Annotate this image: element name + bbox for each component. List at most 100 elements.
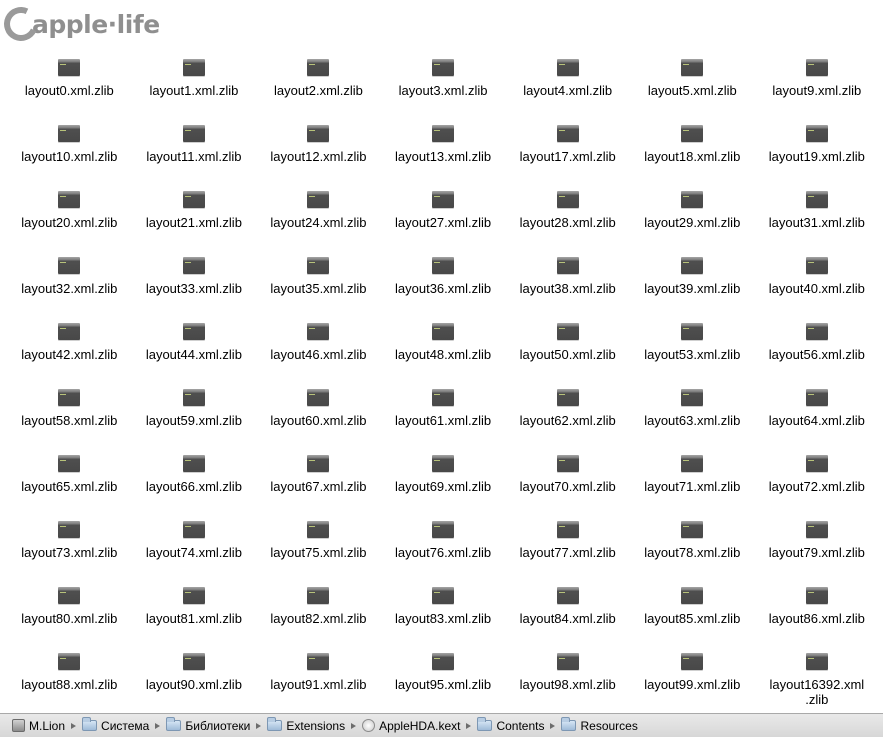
zlib-file-icon[interactable] [681, 257, 704, 274]
file-item[interactable]: layout79.xml.zlib [755, 518, 880, 584]
zlib-file-icon[interactable] [307, 125, 330, 142]
file-item[interactable]: layout38.xml.zlib [505, 254, 630, 320]
zlib-file-icon[interactable] [182, 653, 205, 670]
zlib-file-icon[interactable] [805, 587, 828, 604]
file-item[interactable]: layout63.xml.zlib [630, 386, 755, 452]
file-item[interactable]: layout50.xml.zlib [505, 320, 630, 386]
file-item[interactable]: layout29.xml.zlib [630, 188, 755, 254]
zlib-file-icon[interactable] [432, 455, 455, 472]
zlib-file-icon[interactable] [432, 191, 455, 208]
zlib-file-icon[interactable] [432, 653, 455, 670]
file-item[interactable]: layout73.xml.zlib [7, 518, 132, 584]
file-item[interactable]: layout31.xml.zlib [755, 188, 880, 254]
file-item[interactable]: layout88.xml.zlib [7, 650, 132, 716]
file-item[interactable]: layout33.xml.zlib [132, 254, 257, 320]
path-crumb[interactable]: AppleHDA.kext [362, 719, 460, 733]
path-crumb[interactable]: Contents [477, 717, 544, 733]
file-item[interactable]: layout66.xml.zlib [132, 452, 257, 518]
file-item[interactable]: layout42.xml.zlib [7, 320, 132, 386]
path-crumb[interactable]: Extensions [267, 717, 345, 733]
zlib-file-icon[interactable] [681, 125, 704, 142]
zlib-file-icon[interactable] [58, 257, 81, 274]
file-item[interactable]: layout61.xml.zlib [381, 386, 506, 452]
file-item[interactable]: layout12.xml.zlib [256, 122, 381, 188]
zlib-file-icon[interactable] [805, 653, 828, 670]
zlib-file-icon[interactable] [307, 191, 330, 208]
file-item[interactable]: layout5.xml.zlib [630, 56, 755, 122]
zlib-file-icon[interactable] [432, 587, 455, 604]
zlib-file-icon[interactable] [58, 323, 81, 340]
zlib-file-icon[interactable] [432, 257, 455, 274]
file-item[interactable]: layout90.xml.zlib [132, 650, 257, 716]
zlib-file-icon[interactable] [182, 191, 205, 208]
file-item[interactable]: layout81.xml.zlib [132, 584, 257, 650]
file-item[interactable]: layout39.xml.zlib [630, 254, 755, 320]
file-item[interactable]: layout27.xml.zlib [381, 188, 506, 254]
file-item[interactable]: layout82.xml.zlib [256, 584, 381, 650]
zlib-file-icon[interactable] [805, 59, 828, 76]
zlib-file-icon[interactable] [556, 323, 579, 340]
zlib-file-icon[interactable] [805, 257, 828, 274]
zlib-file-icon[interactable] [307, 653, 330, 670]
file-item[interactable]: layout13.xml.zlib [381, 122, 506, 188]
file-item[interactable]: layout46.xml.zlib [256, 320, 381, 386]
zlib-file-icon[interactable] [58, 191, 81, 208]
zlib-file-icon[interactable] [556, 191, 579, 208]
file-item[interactable]: layout71.xml.zlib [630, 452, 755, 518]
zlib-file-icon[interactable] [681, 587, 704, 604]
file-item[interactable]: layout32.xml.zlib [7, 254, 132, 320]
zlib-file-icon[interactable] [58, 389, 81, 406]
zlib-file-icon[interactable] [432, 59, 455, 76]
file-item[interactable]: layout85.xml.zlib [630, 584, 755, 650]
zlib-file-icon[interactable] [681, 521, 704, 538]
file-item[interactable]: layout76.xml.zlib [381, 518, 506, 584]
file-item[interactable]: layout40.xml.zlib [755, 254, 880, 320]
zlib-file-icon[interactable] [681, 191, 704, 208]
file-item[interactable]: layout28.xml.zlib [505, 188, 630, 254]
file-item[interactable]: layout84.xml.zlib [505, 584, 630, 650]
file-item[interactable]: layout36.xml.zlib [381, 254, 506, 320]
file-item[interactable]: layout3.xml.zlib [381, 56, 506, 122]
zlib-file-icon[interactable] [182, 59, 205, 76]
zlib-file-icon[interactable] [556, 587, 579, 604]
zlib-file-icon[interactable] [681, 59, 704, 76]
file-item[interactable]: layout86.xml.zlib [755, 584, 880, 650]
zlib-file-icon[interactable] [182, 389, 205, 406]
file-item[interactable]: layout9.xml.zlib [755, 56, 880, 122]
zlib-file-icon[interactable] [58, 521, 81, 538]
zlib-file-icon[interactable] [182, 125, 205, 142]
file-item[interactable]: layout60.xml.zlib [256, 386, 381, 452]
zlib-file-icon[interactable] [58, 125, 81, 142]
zlib-file-icon[interactable] [805, 125, 828, 142]
file-item[interactable]: layout20.xml.zlib [7, 188, 132, 254]
file-item[interactable]: layout19.xml.zlib [755, 122, 880, 188]
file-item[interactable]: layout70.xml.zlib [505, 452, 630, 518]
zlib-file-icon[interactable] [182, 455, 205, 472]
file-item[interactable]: layout74.xml.zlib [132, 518, 257, 584]
zlib-file-icon[interactable] [432, 323, 455, 340]
zlib-file-icon[interactable] [307, 59, 330, 76]
path-crumb[interactable]: Библиотеки [166, 717, 250, 733]
file-item[interactable]: layout64.xml.zlib [755, 386, 880, 452]
file-item[interactable]: layout65.xml.zlib [7, 452, 132, 518]
zlib-file-icon[interactable] [681, 323, 704, 340]
file-item[interactable]: layout4.xml.zlib [505, 56, 630, 122]
file-item[interactable]: layout59.xml.zlib [132, 386, 257, 452]
file-item[interactable]: layout18.xml.zlib [630, 122, 755, 188]
file-item[interactable]: layout16392.xml .zlib [755, 650, 880, 716]
zlib-file-icon[interactable] [307, 389, 330, 406]
zlib-file-icon[interactable] [307, 587, 330, 604]
zlib-file-icon[interactable] [805, 191, 828, 208]
file-item[interactable]: layout98.xml.zlib [505, 650, 630, 716]
zlib-file-icon[interactable] [182, 521, 205, 538]
zlib-file-icon[interactable] [58, 455, 81, 472]
file-item[interactable]: layout1.xml.zlib [132, 56, 257, 122]
zlib-file-icon[interactable] [432, 125, 455, 142]
file-item[interactable]: layout77.xml.zlib [505, 518, 630, 584]
file-item[interactable]: layout11.xml.zlib [132, 122, 257, 188]
file-item[interactable]: layout99.xml.zlib [630, 650, 755, 716]
zlib-file-icon[interactable] [681, 653, 704, 670]
file-item[interactable]: layout35.xml.zlib [256, 254, 381, 320]
file-item[interactable]: layout75.xml.zlib [256, 518, 381, 584]
zlib-file-icon[interactable] [556, 653, 579, 670]
